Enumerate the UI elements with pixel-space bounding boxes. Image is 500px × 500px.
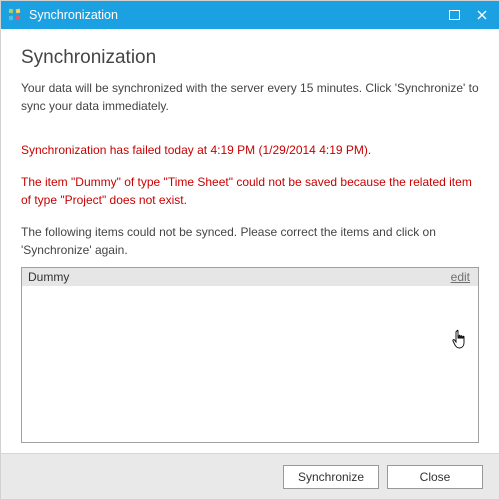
dialog-window: Synchronization Synchronization Your dat… xyxy=(0,0,500,500)
app-logo-icon xyxy=(7,7,23,23)
close-button[interactable]: Close xyxy=(387,465,483,489)
list-item-name: Dummy xyxy=(28,270,451,284)
sync-instruction: The following items could not be synced.… xyxy=(21,223,479,259)
dialog-body: Synchronization Your data will be synchr… xyxy=(1,29,499,453)
dialog-footer: Synchronize Close xyxy=(1,453,499,499)
maximize-icon[interactable] xyxy=(447,8,461,22)
error-detail: The item "Dummy" of type "Time Sheet" co… xyxy=(21,173,479,209)
edit-link[interactable]: edit xyxy=(451,270,470,284)
content-area: Synchronization Your data will be synchr… xyxy=(1,29,499,499)
page-title: Synchronization xyxy=(21,47,479,69)
close-icon[interactable] xyxy=(475,8,489,22)
window-controls xyxy=(447,8,499,22)
title-bar: Synchronization xyxy=(1,1,499,29)
synchronize-button[interactable]: Synchronize xyxy=(283,465,379,489)
window-title: Synchronization xyxy=(29,8,447,22)
error-time: Synchronization has failed today at 4:19… xyxy=(21,141,479,159)
list-item[interactable]: Dummy edit xyxy=(22,268,478,286)
page-description: Your data will be synchronized with the … xyxy=(21,79,479,115)
failed-items-list[interactable]: Dummy edit xyxy=(21,267,479,443)
